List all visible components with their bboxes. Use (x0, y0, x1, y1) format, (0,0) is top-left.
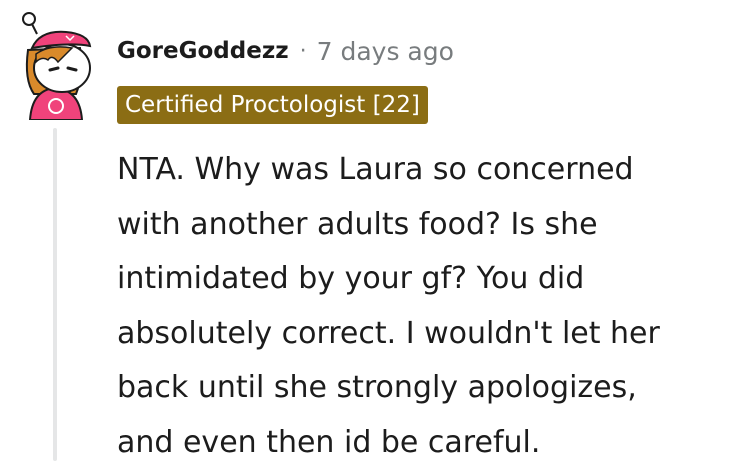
comment-body-line: and even then id be careful. (117, 416, 732, 470)
comment-body-line: absolutely correct. I wouldn't let her (117, 307, 732, 362)
timestamp-link[interactable]: 7 days ago (317, 37, 454, 66)
meta-separator: · (300, 39, 307, 64)
user-avatar-icon (10, 10, 100, 120)
comment-body-line: with another adults food? Is she (117, 198, 732, 253)
comment-body-line: NTA. Why was Laura so concerned (117, 143, 732, 198)
comment: GoreGoddezz · 7 days ago Certified Proct… (0, 0, 742, 461)
comment-header: GoreGoddezz · 7 days ago (117, 33, 454, 69)
comment-body-line: intimidated by your gf? You did (117, 252, 732, 307)
username-link[interactable]: GoreGoddezz (117, 38, 289, 64)
user-flair-badge: Certified Proctologist [22] (117, 86, 428, 124)
thread-collapse-line[interactable] (53, 128, 57, 461)
comment-body-line: back until she strongly apologizes, (117, 361, 732, 416)
user-avatar[interactable] (10, 10, 100, 120)
comment-body: NTA. Why was Laura so concerned with ano… (117, 143, 732, 470)
